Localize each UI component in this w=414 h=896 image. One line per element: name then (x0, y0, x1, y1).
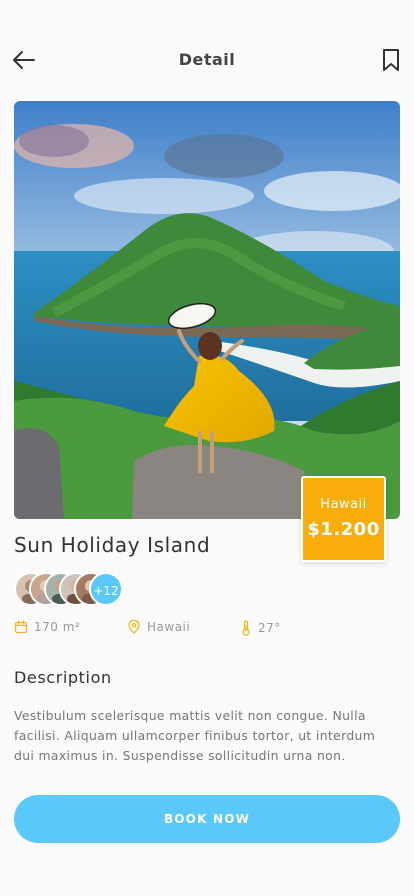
page-title: Detail (178, 50, 236, 69)
temperature-info: 27° (240, 620, 281, 636)
visitor-avatars[interactable]: +12 (14, 572, 124, 608)
area-value: 170 m² (34, 620, 81, 634)
description-text: Vestibulum scelerisque mattis velit non … (14, 708, 376, 763)
location-value: Hawaii (147, 620, 191, 634)
price-card-location: Hawaii (320, 497, 367, 512)
map-pin-icon (128, 620, 140, 634)
bookmark-icon[interactable] (378, 46, 404, 74)
description-heading: Description (14, 668, 112, 687)
hero-image (14, 101, 400, 519)
temperature-value: 27° (258, 621, 281, 635)
more-visitors-badge[interactable]: +12 (89, 572, 123, 606)
price-card: Hawaii $1.200 (301, 476, 386, 562)
price-value: $1.200 (307, 519, 380, 540)
place-meta: 170 m² Hawaii 27° (14, 620, 314, 636)
area-info: 170 m² (14, 620, 80, 634)
location-info: Hawaii (127, 620, 190, 634)
header: Detail (0, 44, 414, 76)
book-now-button[interactable]: BOOK NOW (14, 795, 400, 843)
calendar-icon (14, 620, 28, 634)
thermometer-icon (242, 620, 250, 636)
place-title: Sun Holiday Island (14, 533, 211, 557)
